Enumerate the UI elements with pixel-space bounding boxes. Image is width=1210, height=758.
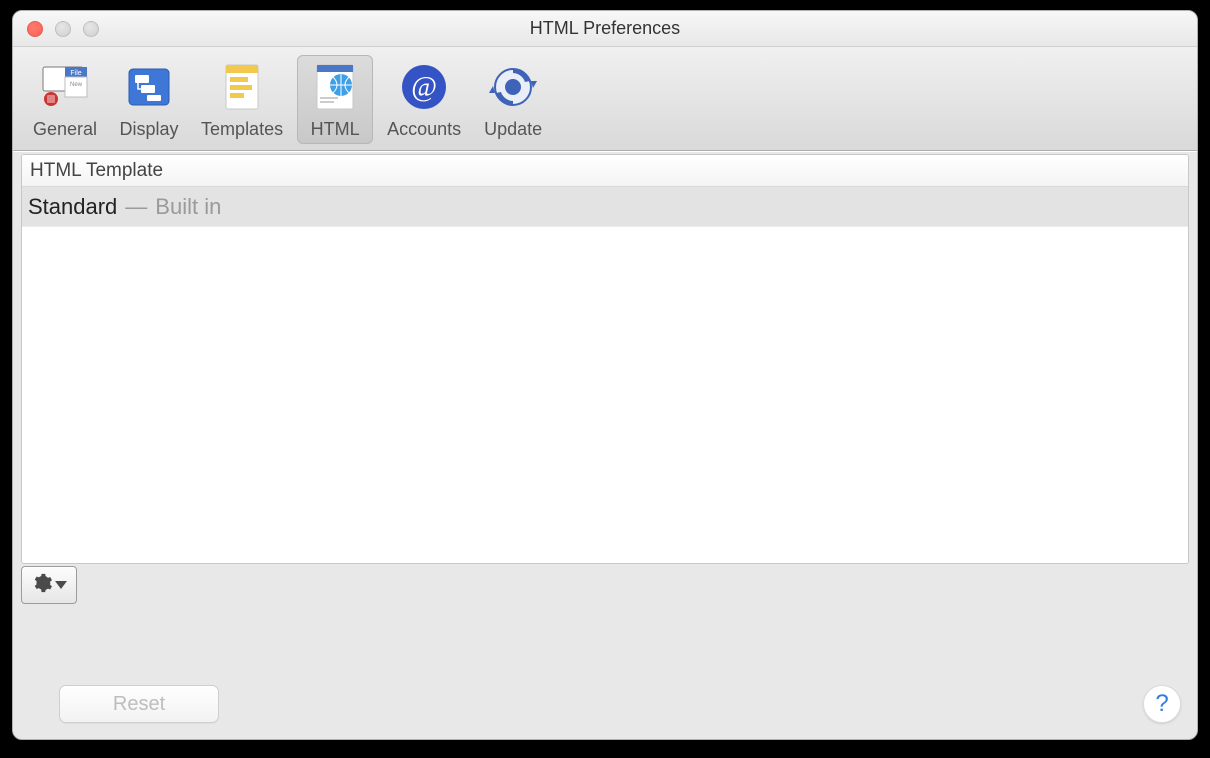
tab-label: Update	[484, 119, 542, 140]
help-button[interactable]: ?	[1143, 685, 1181, 723]
footer: Reset ?	[13, 675, 1197, 739]
actions-menu-button[interactable]	[21, 566, 77, 604]
update-icon	[483, 57, 543, 117]
tab-html[interactable]: HTML	[297, 55, 373, 144]
tab-label: General	[33, 119, 97, 140]
template-name: Standard	[28, 194, 117, 220]
tab-label: Templates	[201, 119, 283, 140]
templates-icon	[212, 57, 272, 117]
template-list-header[interactable]: HTML Template	[22, 155, 1188, 187]
reset-button-label: Reset	[113, 693, 165, 716]
html-icon	[305, 57, 365, 117]
gear-icon	[31, 572, 53, 599]
template-list-body[interactable]	[22, 227, 1188, 563]
svg-text:New: New	[70, 82, 83, 88]
general-icon: File New	[35, 57, 95, 117]
tab-label: HTML	[311, 119, 360, 140]
separator: —	[125, 194, 147, 220]
tab-accounts[interactable]: @ Accounts	[379, 55, 469, 144]
tab-display[interactable]: Display	[111, 55, 187, 144]
preferences-window: HTML Preferences File New General	[12, 10, 1198, 740]
accounts-icon: @	[394, 57, 454, 117]
window-title: HTML Preferences	[13, 18, 1197, 39]
svg-text:@: @	[411, 72, 437, 103]
tab-update[interactable]: Update	[475, 55, 551, 144]
preferences-toolbar: File New General	[13, 47, 1197, 151]
tab-templates[interactable]: Templates	[193, 55, 291, 144]
reset-button[interactable]: Reset	[59, 685, 219, 723]
tab-general[interactable]: File New General	[25, 55, 105, 144]
tab-label: Display	[120, 119, 179, 140]
template-row[interactable]: Standard — Built in	[22, 187, 1188, 227]
caret-down-icon	[55, 581, 67, 589]
content-area: HTML Template Standard — Built in	[13, 151, 1197, 739]
svg-text:File: File	[70, 70, 81, 77]
list-actions	[21, 564, 1189, 604]
help-icon: ?	[1155, 690, 1168, 718]
template-list: HTML Template Standard — Built in	[21, 154, 1189, 564]
titlebar: HTML Preferences	[13, 11, 1197, 47]
tab-label: Accounts	[387, 119, 461, 140]
display-icon	[119, 57, 179, 117]
template-meta: Built in	[155, 194, 221, 220]
